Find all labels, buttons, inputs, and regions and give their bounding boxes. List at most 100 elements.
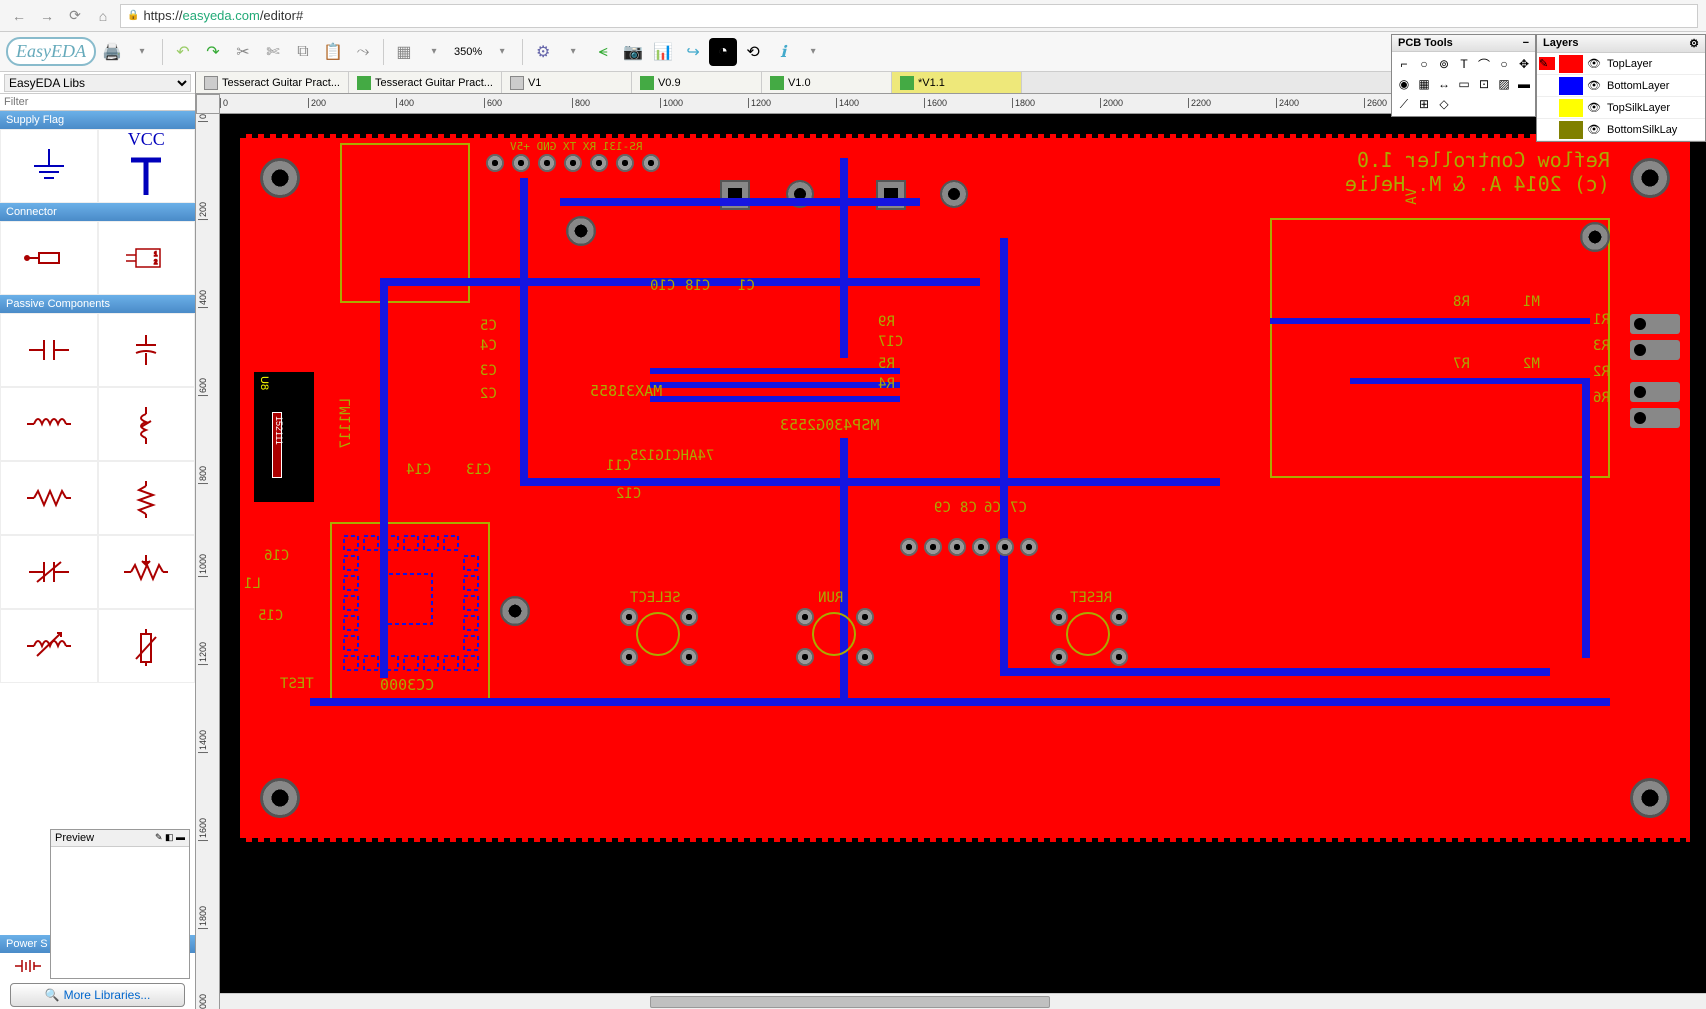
tool-copper[interactable]: ▨ [1495,75,1513,93]
tool-via[interactable]: ⊚ [1435,55,1453,73]
tool-poly[interactable]: ◇ [1435,95,1453,113]
component-varind[interactable] [0,609,98,683]
mounting-hole[interactable] [260,158,300,198]
tool-hole[interactable]: ◉ [1395,75,1413,93]
library-select[interactable]: EasyEDA Libs [4,74,191,92]
copy-button[interactable]: ⧉ [289,38,317,66]
info-dropdown[interactable]: ▾ [799,38,827,66]
info-button[interactable]: ℹ [769,38,797,66]
redo-button[interactable]: ↷ [199,38,227,66]
tool-track[interactable]: ⌐ [1395,55,1413,73]
hole[interactable] [500,596,530,626]
tool-connect[interactable]: ⊡ [1475,75,1493,93]
library-filter[interactable] [0,94,195,111]
layer-color-swatch[interactable] [1559,99,1583,117]
tab[interactable]: Tesseract Guitar Pract... [196,72,349,93]
scrollbar-horizontal[interactable] [220,993,1706,1009]
settings-button[interactable]: ⚙ [529,38,557,66]
delete-button[interactable]: ✄ [259,38,287,66]
align-dropdown[interactable]: ▾ [420,38,448,66]
label: C13 [466,462,491,478]
tool-image[interactable]: ▦ [1415,75,1433,93]
tool-pad[interactable]: ○ [1415,55,1433,73]
layer-color-swatch[interactable] [1559,55,1583,73]
trace-button[interactable]: ⤳ [349,38,377,66]
hole[interactable] [1580,222,1610,252]
tool-move[interactable]: ✥ [1515,55,1533,73]
component-vcc[interactable]: VCC [98,129,196,203]
tool-arc[interactable]: ⌒ [1475,55,1493,73]
mounting-hole[interactable] [1630,158,1670,198]
minimize-icon[interactable]: − [1523,37,1529,49]
tab[interactable]: *V1.1 [892,72,1022,93]
eye-icon[interactable]: 👁 [1587,101,1603,114]
undo-button[interactable]: ↶ [169,38,197,66]
pcb-board[interactable]: Reflow Controller 1.0 (c) 2014 A. & M. H… [240,138,1690,838]
tab[interactable]: V0.9 [632,72,762,93]
layer-row[interactable]: ✎ 👁 TopLayer [1537,53,1705,75]
component-cap1[interactable] [0,313,98,387]
tool-rect[interactable]: ▭ [1455,75,1473,93]
logo[interactable]: EasyEDA [6,37,96,66]
tab[interactable]: Tesseract Guitar Pract... [349,72,502,93]
reload-button[interactable]: ⟳ [64,5,86,27]
paste-button[interactable]: 📋 [319,38,347,66]
tool-text[interactable]: T [1455,55,1473,73]
component-ind2[interactable] [98,387,196,461]
home-button[interactable]: ⌂ [92,5,114,27]
layer-row[interactable]: 👁 BottomSilkLay [1537,119,1705,141]
tool-dimension[interactable]: ↔ [1435,75,1453,93]
component-gnd[interactable] [0,129,98,203]
back-button[interactable]: ← [8,5,30,27]
steam-button[interactable]: ◔ [709,38,737,66]
component-cap2[interactable] [98,313,196,387]
component-res1[interactable] [0,461,98,535]
zoom-display[interactable]: 350% [450,44,486,60]
tab[interactable]: V1.0 [762,72,892,93]
component-conn1[interactable] [0,221,98,295]
eye-icon[interactable]: 👁 [1587,79,1603,92]
camera-button[interactable]: 📷 [619,38,647,66]
url-bar[interactable]: 🔒 https://easyeda.com/editor# [120,4,1698,28]
cut-button[interactable]: ✂ [229,38,257,66]
eye-icon[interactable]: 👁 [1587,57,1603,70]
label-va: VA [1404,188,1420,205]
scrollbar-thumb[interactable] [650,996,1050,1008]
hole[interactable] [566,216,596,246]
tool-group[interactable]: ⊞ [1415,95,1433,113]
settings-dropdown[interactable]: ▾ [559,38,587,66]
tool-circle[interactable]: ○ [1495,55,1513,73]
component-ind1[interactable] [0,387,98,461]
mounting-hole[interactable] [1630,778,1670,818]
component-res2[interactable] [98,461,196,535]
layer-row[interactable]: 👁 TopSilkLayer [1537,97,1705,119]
tool-measure[interactable]: ⟋ [1395,95,1413,113]
pcb-canvas[interactable]: Reflow Controller 1.0 (c) 2014 A. & M. H… [220,114,1706,993]
layer-row[interactable]: 👁 BottomLayer [1537,75,1705,97]
print-dropdown[interactable]: ▾ [128,38,156,66]
eye-icon[interactable]: 👁 [1587,123,1603,136]
align-button[interactable]: ▦ [390,38,418,66]
layer-color-swatch[interactable] [1559,77,1583,95]
url-text: https://easyeda.com/editor# [143,8,303,23]
history-button[interactable]: ⟲ [739,38,767,66]
preview-controls[interactable]: ✎ ◧ ▬ [155,832,185,844]
component-varcap[interactable] [0,535,98,609]
zoom-dropdown[interactable]: ▾ [488,38,516,66]
print-button[interactable]: 🖨️ [98,38,126,66]
forward-button[interactable]: → [36,5,58,27]
component-u8[interactable]: U8 152111 [254,372,314,502]
share-button[interactable]: ⪪ [589,38,617,66]
component-varres[interactable] [98,609,196,683]
pencil-icon[interactable]: ✎ [1539,57,1555,70]
more-libraries-button[interactable]: 🔍 More Libraries... [10,983,185,1007]
layers-settings-icon[interactable]: ⚙ [1689,37,1699,50]
layer-color-swatch[interactable] [1559,121,1583,139]
mounting-hole[interactable] [260,778,300,818]
tab[interactable]: V1 [502,72,632,93]
component-pot[interactable] [98,535,196,609]
export-button[interactable]: ↪ [679,38,707,66]
bom-button[interactable]: 📊 [649,38,677,66]
component-conn2[interactable]: 12 [98,221,196,295]
tool-solid[interactable]: ▬ [1515,75,1533,93]
